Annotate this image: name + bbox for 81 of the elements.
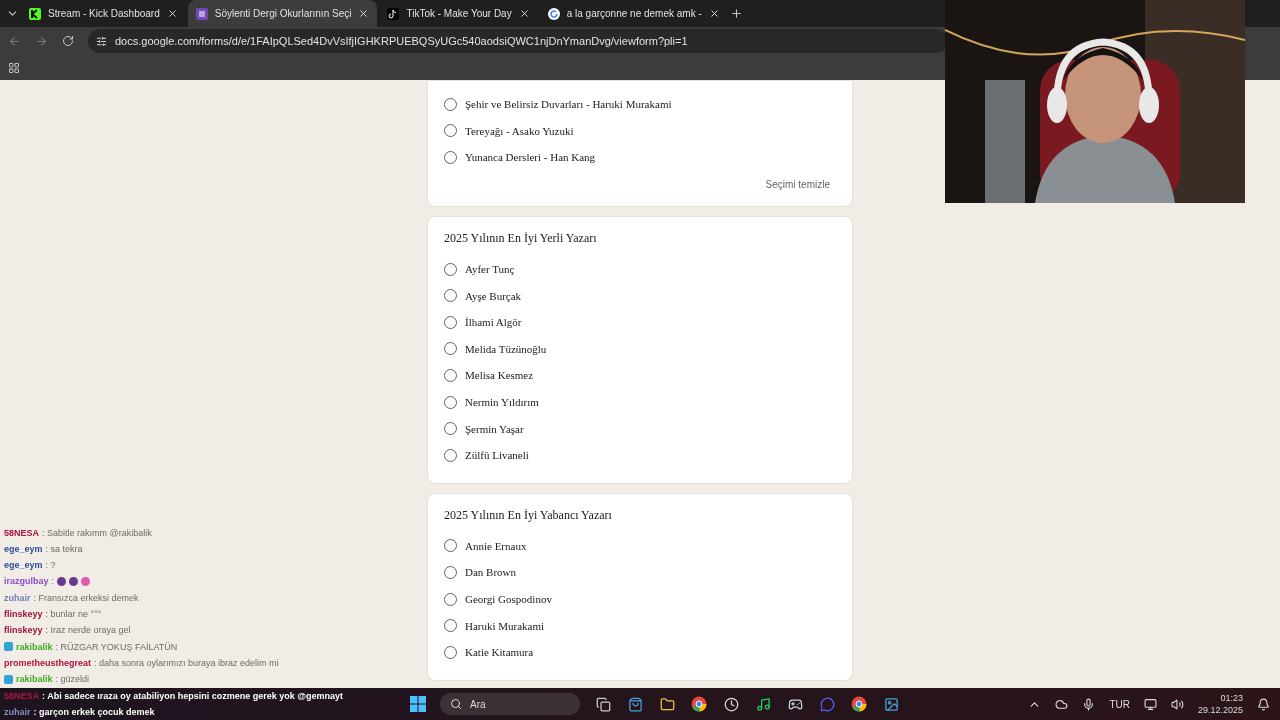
site-settings-icon[interactable] xyxy=(96,35,107,47)
option-label: Tereyağı - Asako Yuzuki xyxy=(465,124,574,137)
chat-username: flinskeyy xyxy=(4,625,43,636)
chat-message: : Fransızca erkeksi demek xyxy=(33,592,139,603)
chat-message: : xyxy=(51,576,55,587)
option-label: Melisa Kesmez xyxy=(465,369,534,382)
chat-username: irazgulbay xyxy=(4,576,49,587)
chat-username: zuhair xyxy=(4,706,31,717)
chat-message: : Sabitle rakımm @rakibalik xyxy=(42,527,152,538)
back-icon[interactable] xyxy=(8,34,21,48)
address-bar[interactable]: docs.google.com/forms/d/e/1FAIpQLSed4DvVsIfjIGHKRPUEBQSyUGc540aodsiQWC1njDnYmanDvg/viewform?pli=1 xyxy=(88,29,948,53)
chat-message: : garçon erkek çocuk demek xyxy=(33,706,155,717)
chat-message: : sa tekra xyxy=(45,543,83,554)
k-logo-icon xyxy=(29,7,41,20)
search-field[interactable]: Ara xyxy=(440,693,580,715)
browser-tab[interactable]: Stream - Kick Dashboard xyxy=(21,0,186,27)
chat-username: flinskeyy xyxy=(4,609,43,620)
chat-app-icon[interactable] xyxy=(818,695,836,713)
clock-date: 29.12.2025 xyxy=(1197,704,1243,716)
chat-username: prometheusthegreat xyxy=(4,657,92,668)
chat-message: : güzeldi xyxy=(55,674,90,685)
close-icon[interactable] xyxy=(358,8,370,19)
option-label: Dan Brown xyxy=(465,566,517,579)
folder-icon[interactable] xyxy=(658,695,676,713)
windows-icon[interactable] xyxy=(410,696,426,712)
new-tab-icon[interactable] xyxy=(729,7,743,20)
note-icon xyxy=(387,7,400,20)
option-label: Georgi Gospodinov xyxy=(465,593,552,605)
chat-username: 58NESA xyxy=(4,690,39,701)
option-label: Zülfü Livaneli xyxy=(465,449,529,462)
chat-username: 58NESA xyxy=(4,527,39,538)
chat-message: : ? xyxy=(45,560,56,571)
store-icon[interactable] xyxy=(626,695,644,713)
volume-icon[interactable] xyxy=(1170,697,1184,711)
option-label: Ayfer Tunç xyxy=(465,263,515,276)
reload-icon[interactable] xyxy=(62,35,74,47)
language-indicator[interactable]: TUR xyxy=(1109,698,1130,710)
task-view-icon[interactable] xyxy=(594,695,612,713)
chat-username: rakibalik xyxy=(16,641,53,652)
clock-icon[interactable] xyxy=(722,695,740,713)
option-label: Şermin Yaşar xyxy=(465,422,524,435)
chat-username: ege_eym xyxy=(4,560,43,571)
network-icon[interactable] xyxy=(1143,697,1157,711)
chat-username: zuhair xyxy=(4,592,31,603)
chat-message: : RÜZGAR YOKUŞ FAİLATÜN xyxy=(55,641,178,652)
chat-message: : Iraz nerde oraya gel xyxy=(45,625,131,636)
browser-tab[interactable]: Söylenti Dergi Okurlarının Seçi xyxy=(187,0,378,27)
question-title: 2025 Yılının En İyi Yerli Yazarı xyxy=(444,230,598,246)
chat-username: rakibalik xyxy=(16,674,53,685)
option-label: İlhami Algör xyxy=(465,316,522,329)
close-icon[interactable] xyxy=(708,8,720,19)
browser-tab[interactable]: TikTok - Make Your Day xyxy=(379,0,538,27)
option-label: Ayşe Burçak xyxy=(465,289,522,302)
browser-icon[interactable] xyxy=(850,695,868,713)
option-label: Haruki Murakami xyxy=(465,619,545,632)
clock-time: 01:23 xyxy=(1220,692,1243,704)
chat-username: ege_eym xyxy=(4,543,43,554)
chat-message: : bunlar ne °°° xyxy=(45,609,102,620)
mic-icon[interactable] xyxy=(1082,697,1096,711)
cloud-icon[interactable] xyxy=(1055,697,1069,711)
question-title: 2025 Yılının En İyi Yabancı Yazarı xyxy=(444,507,613,523)
option-label: Annie Ernaux xyxy=(465,539,527,552)
option-label: Melida Tüzünoğlu xyxy=(465,342,547,355)
option-label: Yunanca Dersleri - Han Kang xyxy=(465,151,596,164)
option-label: Nermin Yıldırım xyxy=(465,396,539,409)
option-label: Katie Kitamura xyxy=(465,646,534,659)
close-icon[interactable] xyxy=(166,8,178,19)
browser-tab[interactable]: a la garçonne ne demek amk - xyxy=(539,0,728,27)
apps-grid-icon[interactable] xyxy=(8,61,20,74)
g-logo-icon xyxy=(547,7,560,20)
clear-selection-button[interactable]: Seçimi temizle xyxy=(759,174,836,194)
notification-icon[interactable] xyxy=(1257,697,1270,711)
browser-icon[interactable] xyxy=(690,695,708,713)
chat-message: : Abi sadece ıraza oy atabiliyon hepsini cozmene gerek yok @gemnayt xyxy=(42,690,344,701)
chat-message: : daha sonra oylarımızı buraya ibraz edelim mi xyxy=(94,657,279,668)
forward-icon[interactable] xyxy=(35,34,48,48)
close-icon[interactable] xyxy=(518,8,530,19)
music-icon[interactable] xyxy=(754,695,772,713)
search-icon xyxy=(450,698,462,710)
photos-icon[interactable] xyxy=(882,695,900,713)
option-label: Şehir ve Belirsiz Duvarları - Haruki Murakami xyxy=(465,98,672,111)
